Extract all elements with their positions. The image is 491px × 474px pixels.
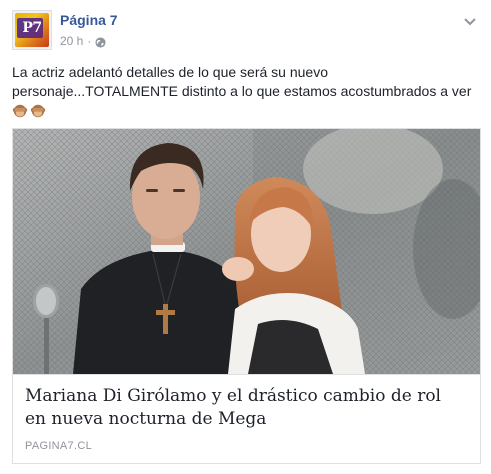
link-preview-card[interactable]: Mariana Di Girólamo y el drástico cambio… — [12, 128, 481, 464]
see-no-evil-monkey-icon — [12, 103, 28, 119]
globe-icon[interactable] — [95, 36, 106, 48]
page-avatar[interactable]: P7 — [12, 10, 52, 50]
page-name-link[interactable]: Página 7 — [60, 11, 118, 29]
post-timestamp[interactable]: 20 h — [60, 33, 83, 49]
link-preview-image[interactable] — [13, 129, 480, 374]
post-options-chevron-icon[interactable] — [463, 14, 477, 26]
link-preview-title[interactable]: Mariana Di Girólamo y el drástico cambio… — [25, 385, 465, 431]
link-preview-domain: PAGINA7.CL — [25, 440, 92, 452]
post-message-text: La actriz adelantó detalles de lo que se… — [12, 64, 472, 99]
emoji-row — [12, 103, 482, 119]
see-no-evil-monkey-icon — [30, 103, 46, 119]
link-preview-text[interactable]: Mariana Di Girólamo y el drástico cambio… — [13, 374, 480, 463]
meta-separator: · — [87, 34, 92, 48]
post-meta: 20 h · — [60, 33, 106, 49]
post-message: La actriz adelantó detalles de lo que se… — [12, 63, 482, 119]
page-logo-text: P7 — [22, 20, 42, 36]
facebook-post: P7 Página 7 20 h · La actriz adelantó de… — [0, 0, 491, 474]
